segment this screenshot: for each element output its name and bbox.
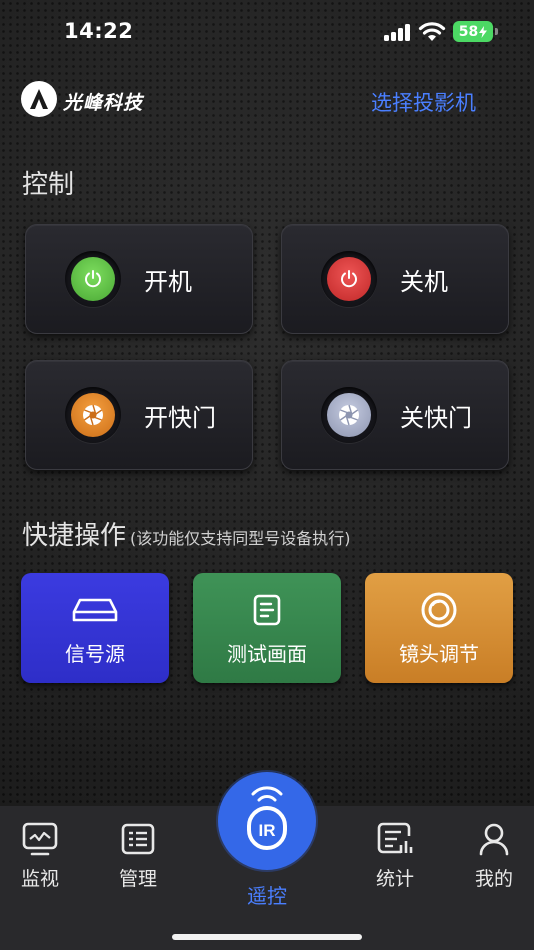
brand-logo [21, 81, 57, 117]
charging-bolt-icon [479, 25, 488, 38]
profile-icon [479, 823, 509, 856]
tab-remote-label: 遥控 [247, 884, 287, 908]
lens-adjust-button[interactable]: 镜头调节 [365, 573, 513, 683]
wifi-icon [418, 22, 446, 41]
select-projector-link[interactable]: 选择投影机 [371, 87, 476, 117]
signal-source-button[interactable]: 信号源 [21, 573, 169, 683]
svg-text:IR: IR [259, 821, 276, 840]
tab-monitor-label: 监视 [20, 868, 59, 890]
power-off-label: 关机 [400, 267, 448, 296]
brand-name: 光峰科技 [63, 92, 144, 114]
tab-statistics-label: 统计 [375, 868, 414, 890]
power-off-indicator [321, 251, 377, 307]
close-shutter-button[interactable]: 关快门 [281, 360, 509, 470]
tab-manage-label: 管理 [118, 868, 157, 890]
status-bar: 14:22 58 [0, 0, 534, 64]
battery-tip [495, 28, 498, 35]
quick-section-title-text: 快捷操作 [22, 521, 127, 551]
power-on-button[interactable]: 开机 [25, 224, 253, 334]
ir-remote-icon: IR [247, 786, 287, 850]
power-on-label: 开机 [144, 267, 192, 296]
home-indicator[interactable] [172, 934, 362, 940]
signal-source-icon [71, 590, 119, 630]
open-shutter-label: 开快门 [144, 403, 216, 432]
shutter-icon [327, 393, 371, 437]
lens-icon [420, 590, 458, 630]
tab-remote[interactable]: IR [218, 772, 316, 870]
tab-profile[interactable]: 我的 [459, 822, 529, 891]
battery-level: 58 [458, 23, 479, 40]
lens-adjust-label: 镜头调节 [399, 641, 479, 666]
monitor-icon [22, 822, 58, 856]
test-pattern-icon [252, 590, 282, 630]
power-off-button[interactable]: 关机 [281, 224, 509, 334]
shutter-icon [71, 393, 115, 437]
statistics-icon [377, 822, 413, 854]
close-shutter-label: 关快门 [400, 403, 472, 432]
tab-profile-label: 我的 [474, 868, 513, 890]
open-shutter-indicator [65, 387, 121, 443]
quick-section-title: 快捷操作 (该功能仅支持同型号设备执行) [22, 515, 351, 552]
close-shutter-indicator [321, 387, 377, 443]
tab-manage[interactable]: 管理 [103, 822, 173, 891]
signal-source-label: 信号源 [65, 641, 125, 666]
power-icon [71, 257, 115, 301]
status-time: 14:22 [64, 19, 134, 43]
tab-statistics[interactable]: 统计 [360, 822, 430, 891]
cellular-signal-icon [384, 23, 412, 41]
battery-indicator: 58 [453, 21, 493, 42]
manage-icon [121, 823, 155, 855]
test-pattern-button[interactable]: 测试画面 [193, 573, 341, 683]
open-shutter-button[interactable]: 开快门 [25, 360, 253, 470]
quick-section-subtitle: (该功能仅支持同型号设备执行) [130, 529, 351, 548]
control-section-title: 控制 [22, 170, 75, 200]
tab-monitor[interactable]: 监视 [5, 822, 75, 891]
power-on-indicator [65, 251, 121, 307]
power-icon [327, 257, 371, 301]
appotronics-logo-icon [30, 89, 48, 109]
test-pattern-label: 测试画面 [227, 641, 307, 666]
